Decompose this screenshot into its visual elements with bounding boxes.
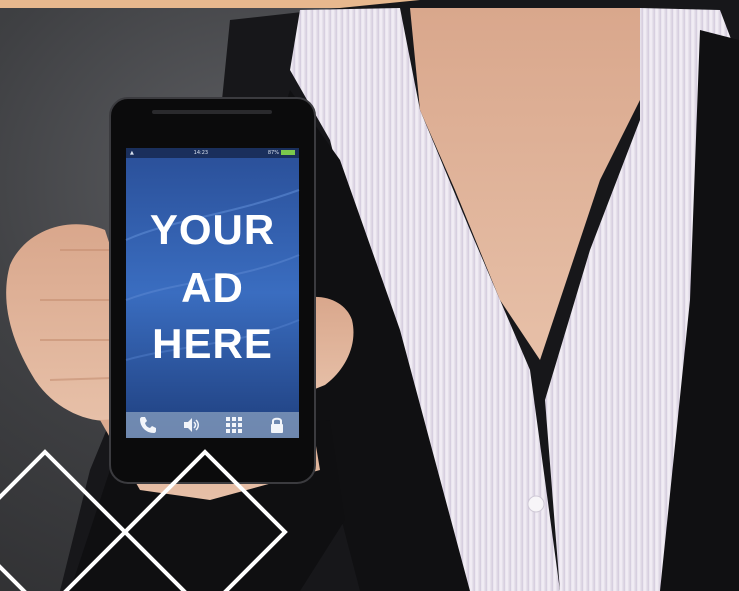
battery-icon: [281, 150, 295, 155]
speaker-icon[interactable]: [180, 414, 202, 436]
keypad-icon[interactable]: [223, 414, 245, 436]
businesswoman-figure: [0, 0, 739, 591]
status-battery: 87%: [268, 150, 295, 156]
signal-icon: ▲: [130, 150, 134, 156]
ad-text-line-3: HERE: [152, 320, 273, 367]
status-time: 14:23: [193, 150, 209, 156]
ad-photo-scene: ▲ 14:23 87% YOUR AD HERE: [0, 0, 739, 591]
ad-text-line-1: YOUR: [149, 206, 276, 253]
phone-icon[interactable]: [137, 414, 159, 436]
lock-icon[interactable]: [266, 414, 288, 436]
phone-dock-icons: [126, 412, 299, 438]
shirt-button: [527, 495, 545, 513]
ad-text-line-2: AD: [181, 264, 244, 311]
hand-left-fingers: [6, 224, 118, 421]
battery-label: 87%: [267, 150, 279, 156]
phone-status-bar: ▲ 14:23 87%: [126, 148, 299, 158]
